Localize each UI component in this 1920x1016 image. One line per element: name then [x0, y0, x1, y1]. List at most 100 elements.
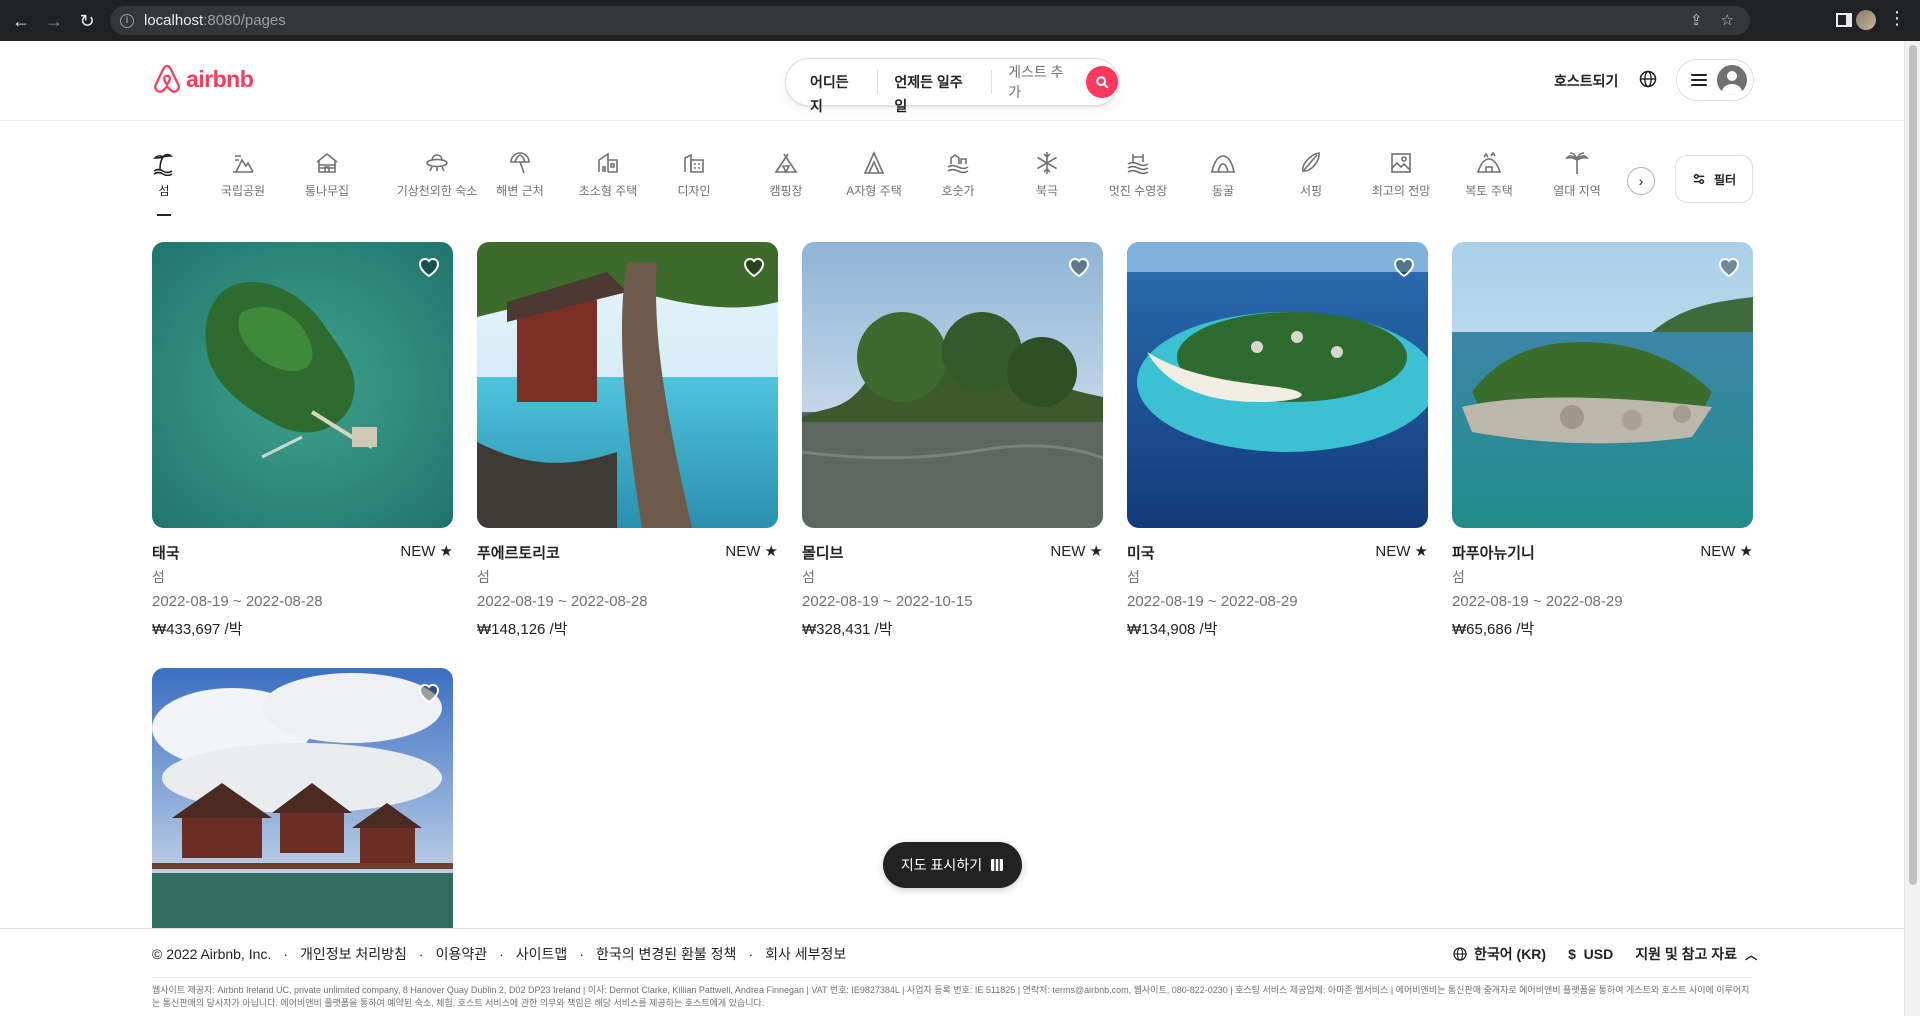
reload-icon[interactable]: ↻ — [75, 9, 99, 33]
listing-photo[interactable] — [477, 242, 778, 528]
listing-price: ₩328,431 /박 — [802, 621, 893, 638]
search-bar[interactable]: 어디든지 언제든 일주일 게스트 추가 — [785, 58, 1119, 114]
search-when[interactable]: 언제든 일주일 — [878, 70, 991, 114]
listing-photo[interactable] — [1127, 242, 1428, 528]
listing-photo[interactable] — [152, 242, 453, 528]
listing-card[interactable]: 푸에르토리코 NEW ★ 섬 2022-08-19 ~ 2022-08-28 ₩… — [477, 242, 778, 639]
footer-language-button[interactable]: 한국어 (KR) — [1452, 944, 1546, 964]
category-label: 서핑 — [1299, 184, 1323, 198]
category-item-unique[interactable]: 기상천외한 숙소 — [384, 150, 490, 220]
category-item-cave[interactable]: 동굴 — [1211, 150, 1235, 220]
listing-card[interactable]: 몰디브 NEW ★ 섬 2022-08-19 ~ 2022-10-15 ₩328… — [802, 242, 1103, 639]
favorite-heart-icon[interactable] — [417, 682, 441, 704]
chevron-up-icon: ︿ — [1745, 947, 1758, 962]
category-label: 국립공원 — [220, 184, 266, 198]
favorite-heart-icon[interactable] — [1392, 256, 1416, 278]
footer-link-terms[interactable]: 이용약관 — [436, 944, 488, 964]
back-arrow-icon[interactable]: ← — [9, 9, 33, 33]
footer-settings: 한국어 (KR) $ USD 지원 및 참고 자료 ︿ — [1452, 944, 1757, 964]
category-item-arctic[interactable]: 북극 — [1036, 150, 1058, 220]
globe-icon — [1453, 947, 1467, 961]
category-item-beach[interactable]: 해변 근처 — [496, 150, 544, 220]
category-item-cabin[interactable]: 통나무집 — [302, 150, 352, 220]
footer-copyright: © 2022 Airbnb, Inc. — [152, 946, 272, 962]
listing-price: ₩65,686 /박 — [1452, 621, 1535, 638]
address-url[interactable]: localhost:8080/pages — [144, 12, 286, 29]
design-building-icon — [684, 153, 704, 173]
browser-profile-avatar[interactable] — [1856, 10, 1876, 30]
listing-card[interactable] — [152, 668, 453, 928]
listing-rating: NEW ★ — [400, 542, 453, 563]
category-item-design[interactable]: 디자인 — [677, 150, 711, 220]
favorite-heart-icon[interactable] — [1717, 256, 1741, 278]
category-item-camping[interactable]: 캠핑장 — [768, 150, 804, 220]
listing-card[interactable]: 파푸아뉴기니 NEW ★ 섬 2022-08-19 ~ 2022-08-29 ₩… — [1452, 242, 1753, 639]
chevron-right-icon: › — [1638, 173, 1644, 189]
show-map-label: 지도 표시하기 — [900, 857, 983, 873]
listing-new-badge: NEW — [1050, 543, 1086, 560]
footer-link-company-details[interactable]: 회사 세부정보 — [765, 944, 846, 964]
category-item-best-view[interactable]: 최고의 전망 — [1371, 150, 1431, 220]
browser-toolbar: ← → ↻ i localhost:8080/pages ⇪ ☆ ⋮ — [0, 0, 1920, 41]
side-panel-icon[interactable] — [1836, 13, 1852, 27]
category-scroll-next-button[interactable]: › — [1627, 167, 1655, 195]
listing-photo[interactable] — [1452, 242, 1753, 528]
footer-link-refund-policy[interactable]: 한국의 변경된 환불 정책 — [596, 944, 736, 964]
page-scrollbar[interactable] — [1904, 41, 1920, 1016]
earth-home-icon — [1476, 151, 1502, 173]
favorite-heart-icon[interactable] — [1067, 256, 1091, 278]
listing-photo[interactable] — [802, 242, 1103, 528]
footer-support-button[interactable]: 지원 및 참고 자료 ︿ — [1635, 944, 1757, 964]
search-guests[interactable]: 게스트 추가 — [992, 62, 1086, 102]
site-info-icon[interactable]: i — [120, 13, 134, 28]
category-label: 열대 지역 — [1553, 184, 1601, 198]
category-item-tiny-home[interactable]: 초소형 주택 — [579, 150, 637, 220]
category-item-lake[interactable]: 호숫가 — [941, 150, 975, 220]
search-button[interactable] — [1086, 66, 1118, 98]
currency-symbol: $ — [1568, 946, 1576, 962]
ufo-icon — [426, 154, 448, 172]
footer-link-privacy[interactable]: 개인정보 처리방침 — [300, 944, 407, 964]
favorite-heart-icon[interactable] — [742, 256, 766, 278]
category-item-earth-home[interactable]: 복토 주택 — [1465, 150, 1513, 220]
category-label: 동굴 — [1211, 184, 1235, 198]
category-item-national-park[interactable]: 국립공원 — [212, 150, 274, 220]
airbnb-logo[interactable]: airbnb — [152, 63, 254, 95]
footer-link-sitemap[interactable]: 사이트맵 — [516, 944, 568, 964]
category-item-tropical[interactable]: 열대 지역 — [1553, 150, 1601, 220]
category-item-a-frame[interactable]: A자형 주택 — [846, 150, 902, 220]
tiny-home-icon — [598, 152, 618, 173]
lake-icon — [947, 154, 969, 174]
listing-card[interactable]: 태국 NEW ★ 섬 2022-08-19 ~ 2022-08-28 ₩433,… — [152, 242, 453, 639]
search-where[interactable]: 어디든지 — [786, 70, 877, 114]
category-item-island[interactable]: 섬 — [152, 150, 176, 220]
surf-icon — [1301, 152, 1320, 172]
category-label: 호숫가 — [941, 184, 975, 198]
listing-photo[interactable] — [152, 668, 453, 928]
rocky-island-photo — [1452, 242, 1753, 528]
listing-category: 섬 — [477, 569, 490, 585]
listing-card[interactable]: 미국 NEW ★ 섬 2022-08-19 ~ 2022-08-29 ₩134,… — [1127, 242, 1428, 639]
category-item-surf[interactable]: 서핑 — [1299, 150, 1323, 220]
address-bar[interactable]: i localhost:8080/pages ⇪ ☆ — [110, 6, 1750, 35]
show-map-button[interactable]: 지도 표시하기 — [883, 842, 1022, 888]
become-host-link[interactable]: 호스트되기 — [1554, 71, 1618, 91]
user-menu-button[interactable] — [1676, 59, 1754, 101]
globe-icon[interactable] — [1638, 69, 1658, 89]
category-label: 캠핑장 — [769, 184, 803, 198]
category-label: 최고의 전망 — [1371, 184, 1431, 198]
browser-menu-icon[interactable]: ⋮ — [1888, 8, 1906, 29]
footer-currency-button[interactable]: $ USD — [1568, 946, 1613, 962]
favorite-heart-icon[interactable] — [417, 256, 441, 278]
site-footer: © 2022 Airbnb, Inc. · 개인정보 처리방침 · 이용약관 ·… — [0, 928, 1904, 1016]
category-label: 멋진 수영장 — [1108, 184, 1168, 198]
category-item-pool[interactable]: 멋진 수영장 — [1108, 150, 1168, 220]
listing-rating: NEW ★ — [1375, 542, 1428, 563]
island-aerial-photo — [152, 242, 453, 528]
scrollbar-thumb[interactable] — [1909, 45, 1917, 885]
bookmark-star-icon[interactable]: ☆ — [1721, 11, 1734, 29]
listing-category: 섬 — [802, 569, 815, 585]
share-icon[interactable]: ⇪ — [1690, 11, 1703, 29]
filter-button[interactable]: 필터 — [1675, 155, 1753, 203]
forward-arrow-icon[interactable]: → — [42, 9, 66, 33]
